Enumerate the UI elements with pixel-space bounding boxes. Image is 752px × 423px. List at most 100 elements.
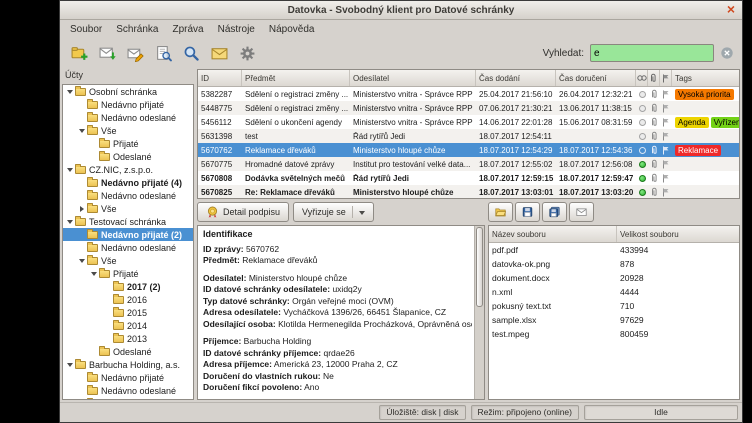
detail-scrollbar[interactable] (474, 226, 484, 399)
tree-item-recent-sent[interactable]: Nedávno odeslané (63, 384, 193, 397)
tree-item-label: Osobní schránka (89, 87, 157, 97)
tree-item-label: Nedávno přijaté (101, 100, 164, 110)
tree-item-sent[interactable]: Odeslané (63, 345, 193, 358)
column-header-sender[interactable]: Odesílatel (350, 70, 476, 86)
expander-icon[interactable] (89, 269, 98, 279)
tree-item-account[interactable]: Testovací schránka (63, 215, 193, 228)
column-header-tags[interactable]: Tags (672, 70, 739, 86)
tree-item-sent[interactable]: Odeslané (63, 150, 193, 163)
add-account-button[interactable] (66, 41, 92, 65)
tree-item-year[interactable]: 2013 (63, 332, 193, 345)
tree-item-recent-received-selected[interactable]: Nedávno přijaté (2) (63, 228, 193, 241)
message-row[interactable]: 5382287 Sdělení o registraci změny ... M… (198, 87, 739, 101)
expander-icon[interactable] (77, 204, 86, 214)
expander-icon[interactable] (65, 217, 74, 227)
accounts-panel: Účty Osobní schránka Nedávno přijaté Ned… (62, 69, 194, 400)
tree-item-all[interactable]: Vše (63, 397, 193, 400)
scrollbar-thumb[interactable] (476, 227, 483, 307)
tree-item-received[interactable]: Přijaté (63, 267, 193, 280)
tree-item-account[interactable]: CZ.NIC, z.s.p.o. (63, 163, 193, 176)
process-state-select[interactable]: Vyřizuje se (293, 202, 374, 222)
tree-item-all[interactable]: Vše (63, 124, 193, 137)
tree-item-all[interactable]: Vše (63, 202, 193, 215)
column-header-read-status[interactable] (636, 70, 648, 86)
attachment-open-button[interactable] (488, 202, 513, 222)
menu-napoveda[interactable]: Nápověda (262, 22, 322, 37)
column-header-subject[interactable]: Předmět (242, 70, 350, 86)
folder-icon (113, 309, 124, 317)
attachment-row[interactable]: pokusný text.txt710 (489, 299, 739, 313)
search-databox-button[interactable] (178, 41, 204, 65)
expander-icon[interactable] (77, 399, 86, 401)
attachment-row[interactable]: n.xml4444 (489, 285, 739, 299)
signature-detail-button[interactable]: Detail podpisu (197, 202, 289, 222)
message-row[interactable]: 5631398 test Řád rytířů Jedi 18.07.2017 … (198, 129, 739, 143)
paperclip-icon (648, 103, 660, 113)
tree-item-recent-sent[interactable]: Nedávno odeslané (63, 111, 193, 124)
download-messages-button[interactable] (94, 41, 120, 65)
tree-item-year[interactable]: 2017 (2) (63, 280, 193, 293)
cell-filename: dokument.docx (489, 273, 617, 283)
expander-icon[interactable] (77, 256, 86, 266)
compose-message-icon (127, 45, 144, 62)
tree-item-recent-sent[interactable]: Nedávno odeslané (63, 241, 193, 254)
send-message-button[interactable] (206, 41, 232, 65)
menu-nastroje[interactable]: Nástroje (211, 22, 262, 37)
message-row[interactable]: 5456112 Sdělení o ukončení agendy Minist… (198, 115, 739, 129)
expander-icon[interactable] (77, 126, 86, 136)
tree-item-recent-sent[interactable]: Nedávno odeslané (63, 189, 193, 202)
menu-zprava[interactable]: Zpráva (166, 22, 211, 37)
tree-item-recent-received[interactable]: Nedávno přijaté (63, 98, 193, 111)
search-message-button[interactable] (150, 41, 176, 65)
menu-soubor[interactable]: Soubor (63, 22, 109, 37)
tree-item-account[interactable]: Osobní schránka (63, 85, 193, 98)
cell-filename: pdf.pdf (489, 245, 617, 255)
message-row-unread[interactable]: 5670808 Dodávka světelných mečů Řád rytí… (198, 171, 739, 185)
column-header-attachment[interactable] (648, 70, 660, 86)
menu-schranka[interactable]: Schránka (109, 22, 165, 37)
message-row-unread[interactable]: 5670825 Re: Reklamace dřeváků Ministerst… (198, 185, 739, 199)
column-header-delivery-time[interactable]: Čas dodání (476, 70, 556, 86)
settings-button[interactable] (234, 41, 260, 65)
expander-icon[interactable] (65, 87, 74, 97)
expander-icon[interactable] (65, 165, 74, 175)
tree-item-year[interactable]: 2014 (63, 319, 193, 332)
message-detail-panel: Identifikace ID zprávy: 5670762 Předmět:… (197, 225, 485, 400)
tree-item-year[interactable]: 2016 (63, 293, 193, 306)
attachment-row[interactable]: pdf.pdf433994 (489, 243, 739, 257)
tree-item-year[interactable]: 2015 (63, 306, 193, 319)
titlebar[interactable]: Datovka - Svobodný klient pro Datové sch… (60, 1, 742, 20)
attachment-email-button[interactable] (569, 202, 594, 222)
search-input[interactable] (590, 44, 714, 62)
tree-item-recent-received[interactable]: Nedávno přijaté (4) (63, 176, 193, 189)
attachment-row[interactable]: test.mpeg800459 (489, 327, 739, 341)
attachment-row[interactable]: sample.xlsx97629 (489, 313, 739, 327)
cell-subject: test (242, 132, 350, 141)
tree-item-all[interactable]: Vše (63, 254, 193, 267)
attachment-save-all-button[interactable] (542, 202, 567, 222)
close-icon[interactable]: × (723, 1, 739, 17)
column-header-flag[interactable] (660, 70, 672, 86)
message-row[interactable]: 5448775 Sdělení o registraci změny ... M… (198, 101, 739, 115)
field-value: Ministerstvo hloupé chůze (249, 273, 347, 283)
chevron-down-icon (359, 211, 365, 218)
tree-item-label: Vše (101, 126, 117, 136)
accounts-tree: Osobní schránka Nedávno přijaté Nedávno … (62, 84, 194, 400)
attachment-row[interactable]: datovka-ok.png878 (489, 257, 739, 271)
window-title: Datovka - Svobodný klient pro Datové sch… (60, 5, 742, 16)
column-header-filename[interactable]: Název souboru (489, 226, 617, 242)
expander-icon[interactable] (65, 360, 74, 370)
clear-search-button[interactable] (718, 44, 736, 62)
message-row-selected[interactable]: 5670762 Reklamace dřeváků Ministerstvo h… (198, 143, 739, 157)
tree-item-account[interactable]: Barbucha Holding, a.s. (63, 358, 193, 371)
tree-item-recent-received[interactable]: Nedávno přijaté (63, 371, 193, 384)
cell-delivery: 18.07.2017 12:54:11 (476, 132, 556, 141)
column-header-id[interactable]: ID (198, 70, 242, 86)
attachment-row[interactable]: dokument.docx20928 (489, 271, 739, 285)
column-header-filesize[interactable]: Velikost souboru (617, 226, 739, 242)
compose-message-button[interactable] (122, 41, 148, 65)
message-row[interactable]: 5670775 Hromadné datové zprávy Institut … (198, 157, 739, 171)
column-header-acceptance-time[interactable]: Čas doručení (556, 70, 636, 86)
attachment-save-button[interactable] (515, 202, 540, 222)
tree-item-received[interactable]: Přijaté (63, 137, 193, 150)
